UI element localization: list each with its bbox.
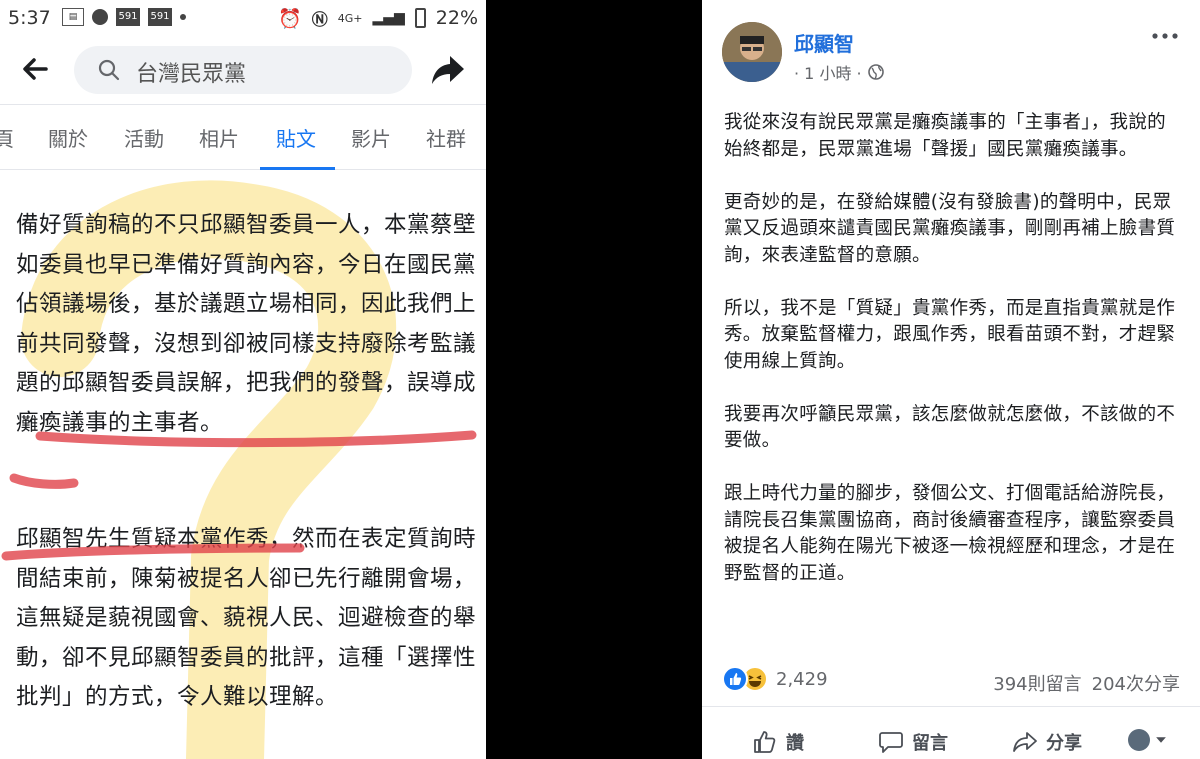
author-name[interactable]: 邱顯智: [794, 28, 854, 57]
battery-percent: 22%: [435, 7, 478, 29]
app-badge-591-icon: 591: [148, 8, 172, 26]
left-screenshot: 5:37 ▤ 591 591 ⏰ Ⓝ 4G+ ▂▄▆ 22% 台灣民眾黨 頁 關…: [0, 0, 486, 759]
tab-posts[interactable]: 貼文: [276, 123, 316, 152]
avatar-portrait-icon: [722, 22, 782, 82]
like-reaction-icon: [722, 666, 748, 692]
tab-home[interactable]: 頁: [0, 123, 14, 152]
search-header: 台灣民眾黨: [0, 40, 486, 100]
status-left-icons: ▤ 591 591: [62, 8, 186, 26]
share-arrow-icon[interactable]: [430, 52, 466, 88]
alarm-icon: ⏰: [278, 7, 302, 30]
alert-icon: [92, 9, 108, 25]
comment-button[interactable]: 留言: [878, 729, 948, 755]
status-time: 5:37: [8, 7, 51, 29]
post-paragraph: 更奇妙的是，在發給媒體(沒有發臉書)的聲明中，民眾黨又反過頭來譴責國民黨癱瘓議事…: [724, 191, 1176, 266]
search-input[interactable]: 台灣民眾黨: [74, 46, 412, 94]
share-label: 分享: [1046, 733, 1082, 754]
share-button[interactable]: 分享: [1012, 729, 1082, 755]
battery-icon: [414, 8, 426, 28]
thumbs-up-icon: [754, 731, 776, 753]
more-notifications-icon: [180, 14, 186, 20]
post-actions: 讚 留言 分享: [702, 706, 1200, 759]
tab-about[interactable]: 關於: [48, 123, 88, 152]
article-body: 備好質詢稿的不只邱顯智委員一人，本黨蔡壁如委員也早已準備好質詢內容，今日在國民黨…: [0, 178, 486, 759]
signal-icon: ▂▄▆: [372, 10, 405, 26]
comment-bubble-icon: [879, 732, 903, 753]
back-arrow-icon[interactable]: [20, 54, 50, 84]
post-time[interactable]: · 1 小時 ·: [794, 60, 862, 84]
post-text: 我從來沒有說民眾黨是癱瘓議事的「主事者」，我說的始終都是，民眾黨進場「聲援」國民…: [724, 110, 1184, 614]
nfc-icon: Ⓝ: [311, 10, 328, 29]
public-globe-icon: [867, 64, 884, 80]
page-tabs: 頁 關於 活動 相片 貼文 影片 社群: [0, 104, 486, 170]
like-button[interactable]: 讚: [752, 729, 804, 755]
active-tab-indicator: [260, 167, 335, 170]
reaction-summary[interactable]: 2,429: [722, 666, 828, 692]
post-paragraph: 跟上時代力量的腳步，發個公文、打個電話給游院長，請院長召集黨團協商，商討後續審查…: [724, 483, 1176, 584]
app-badge-591-icon: 591: [116, 8, 140, 26]
reaction-profile-selector[interactable]: [1128, 729, 1168, 751]
network-label: 4G+: [337, 11, 363, 25]
tab-photos[interactable]: 相片: [199, 123, 239, 152]
tab-events[interactable]: 活動: [124, 123, 164, 152]
post-meta: · 1 小時 ·: [794, 60, 884, 84]
post-paragraph: 我要再次呼籲民眾黨，該怎麼做就怎麼做，不該做的不要做。: [724, 403, 1176, 452]
tab-videos[interactable]: 影片: [351, 123, 391, 152]
search-icon: [98, 59, 120, 81]
tab-community[interactable]: 社群: [426, 123, 466, 152]
profile-mini-avatar: [1128, 729, 1150, 751]
share-arrow-icon: [1013, 732, 1037, 752]
post-stats: 394則留言 204次分享: [993, 670, 1180, 696]
more-options-icon[interactable]: [1150, 26, 1180, 46]
app-notification-icon: ▤: [62, 8, 84, 26]
article-paragraph-2: 邱顯智先生質疑本黨作秀，然而在表定質詢時間結束前，陳菊被提名人卻已先行離開會場，…: [16, 526, 477, 710]
post-paragraph: 我從來沒有說民眾黨是癱瘓議事的「主事者」，我說的始終都是，民眾黨進場「聲援」國民…: [724, 112, 1166, 160]
like-label: 讚: [786, 733, 804, 754]
share-count[interactable]: 204次分享: [1092, 670, 1180, 696]
facebook-post: 邱顯智 · 1 小時 · 我從來沒有說民眾黨是癱瘓議事的「主事者」，我說的始終都…: [702, 0, 1200, 759]
author-avatar[interactable]: [722, 22, 782, 82]
comment-count[interactable]: 394則留言: [993, 670, 1081, 696]
comment-label: 留言: [912, 733, 948, 754]
status-bar: 5:37 ▤ 591 591 ⏰ Ⓝ 4G+ ▂▄▆ 22%: [0, 0, 486, 36]
search-query: 台灣民眾黨: [136, 62, 247, 87]
reaction-count: 2,429: [776, 668, 828, 690]
caret-down-icon: [1156, 737, 1166, 743]
article-paragraph-1: 備好質詢稿的不只邱顯智委員一人，本黨蔡壁如委員也早已準備好質詢內容，今日在國民黨…: [16, 212, 477, 436]
status-right-icons: ⏰ Ⓝ 4G+ ▂▄▆ 22%: [278, 6, 478, 30]
post-paragraph: 所以，我不是「質疑」貴黨作秀，而是直指貴黨就是作秀。放棄監督權力，跟風作秀，眼看…: [724, 297, 1176, 372]
